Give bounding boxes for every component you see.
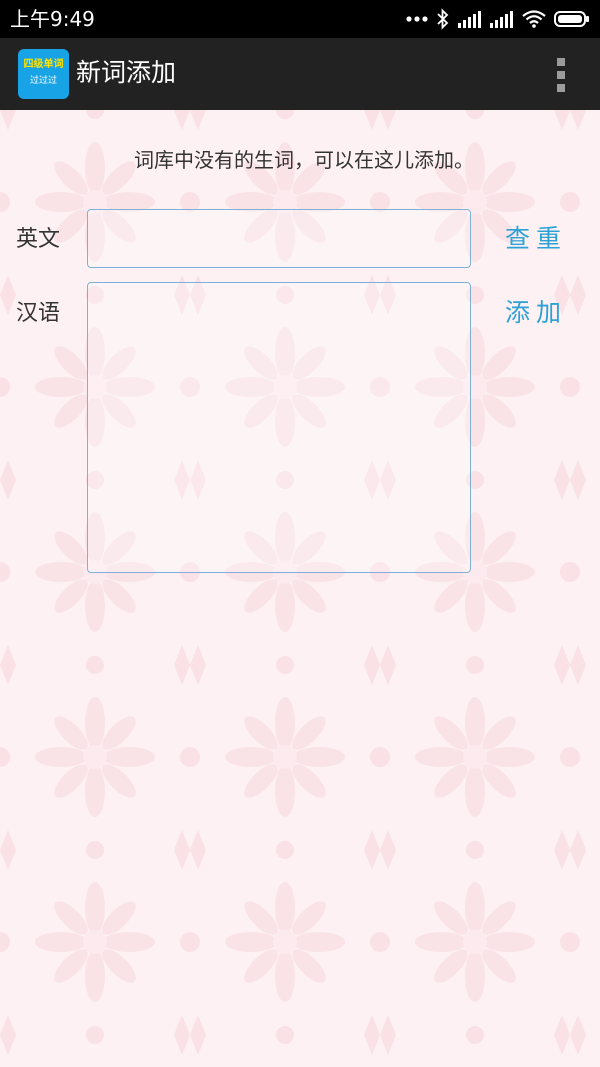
status-bar: 上午9:49 bbox=[0, 0, 600, 38]
bluetooth-icon bbox=[436, 8, 450, 30]
app-icon-text-bottom: 过过过 bbox=[29, 76, 57, 86]
more-dots-icon bbox=[406, 15, 428, 23]
app-bar: 四级单词 过过过 新词添加 bbox=[0, 38, 600, 110]
hint-text: 词库中没有的生词，可以在这儿添加。 bbox=[134, 148, 474, 172]
content-area: 词库中没有的生词，可以在这儿添加。 英文 查重 汉语 添加 bbox=[0, 110, 600, 1067]
overflow-menu-icon[interactable] bbox=[554, 58, 566, 92]
status-icons bbox=[406, 8, 590, 30]
wifi-icon bbox=[522, 10, 546, 28]
app-icon-text-top: 四级单词 bbox=[23, 59, 64, 70]
signal-icon bbox=[490, 10, 514, 28]
chinese-input[interactable] bbox=[87, 282, 471, 573]
check-duplicate-button[interactable]: 查重 bbox=[505, 223, 567, 255]
english-label: 英文 bbox=[16, 227, 61, 252]
english-input[interactable] bbox=[87, 209, 471, 268]
signal-icon bbox=[458, 10, 482, 28]
status-time: 上午9:49 bbox=[10, 7, 95, 31]
battery-icon bbox=[554, 10, 590, 28]
page-title: 新词添加 bbox=[76, 58, 177, 87]
chinese-label: 汉语 bbox=[16, 301, 61, 326]
add-button[interactable]: 添加 bbox=[505, 297, 567, 329]
app-icon: 四级单词 过过过 bbox=[18, 49, 69, 99]
